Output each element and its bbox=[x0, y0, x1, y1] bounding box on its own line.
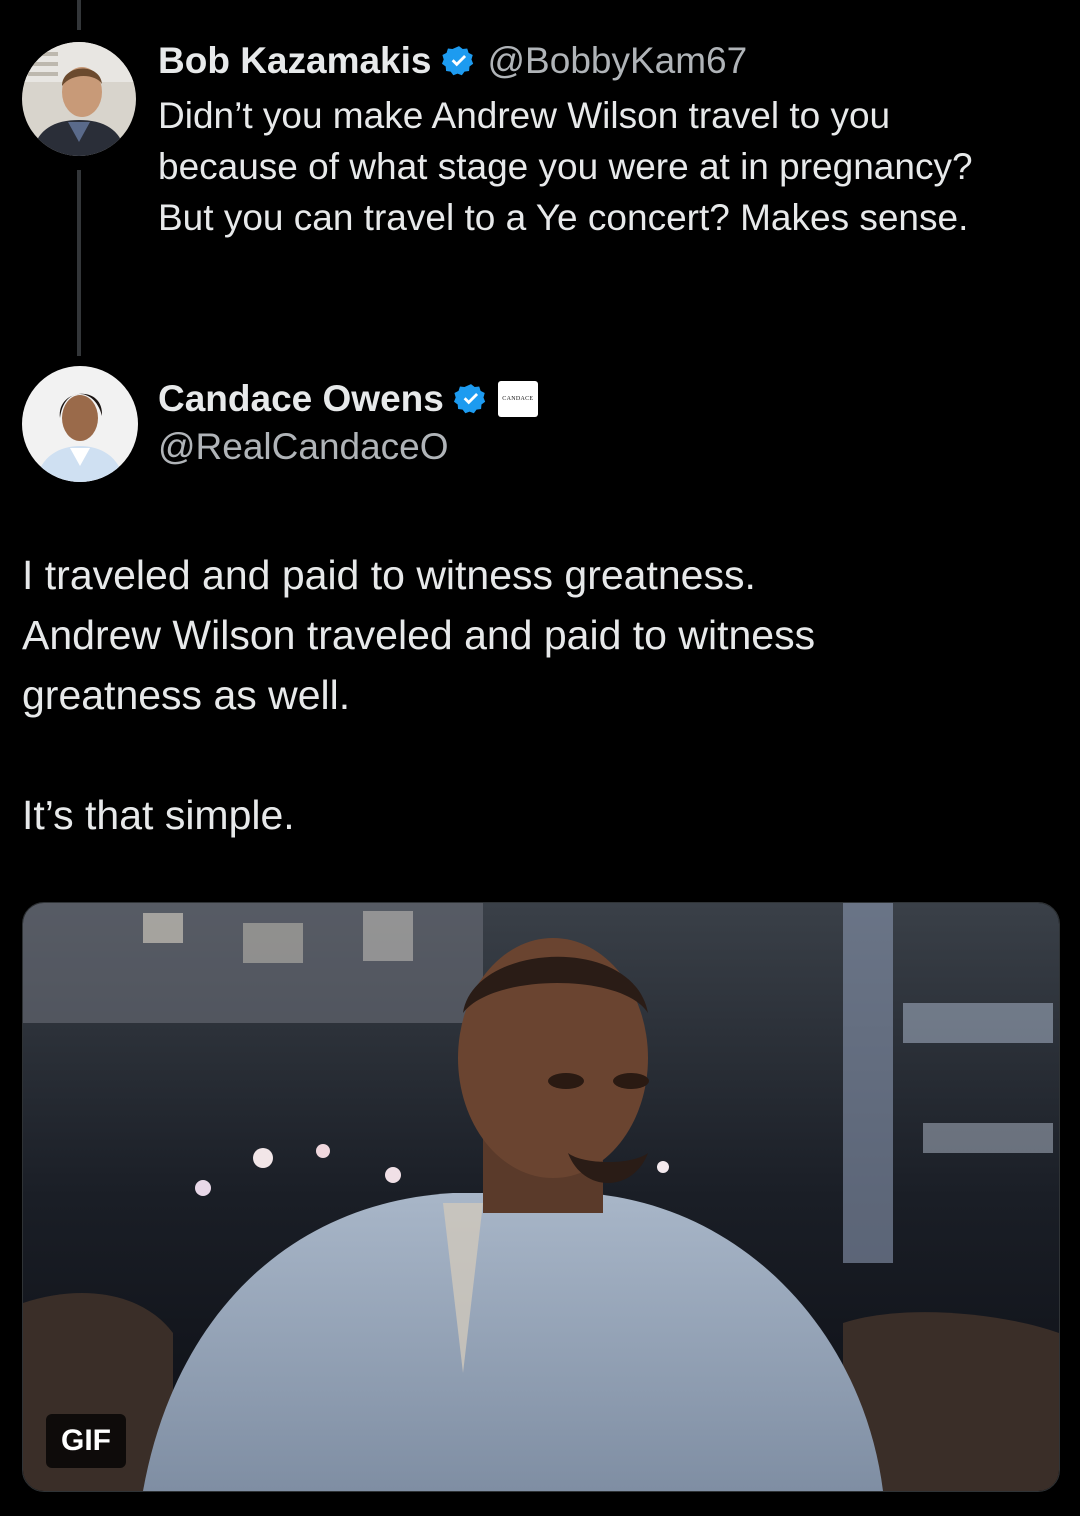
reply-tweet-text: Didn’t you make Andrew Wilson travel to … bbox=[158, 90, 1058, 243]
thread-line-connector bbox=[77, 170, 81, 356]
post-author-handle[interactable]: @RealCandaceO bbox=[158, 426, 449, 468]
reply-author-name[interactable]: Bob Kazamakis bbox=[158, 40, 432, 82]
post-text-line: Andrew Wilson traveled and paid to witne… bbox=[22, 612, 816, 658]
reply-author-handle[interactable]: @BobbyKam67 bbox=[488, 40, 748, 82]
gif-badge: GIF bbox=[46, 1414, 126, 1468]
verified-checkmark-icon bbox=[441, 44, 476, 78]
post-author-name[interactable]: Candace Owens bbox=[158, 378, 444, 420]
reply-text-line: because of what stage you were at in pre… bbox=[158, 146, 973, 187]
post-text-line: I traveled and paid to witness greatness… bbox=[22, 552, 756, 598]
verified-checkmark-icon bbox=[453, 382, 488, 416]
reply-text-line: Didn’t you make Andrew Wilson travel to … bbox=[158, 95, 891, 136]
reply-text-line: But you can travel to a Ye concert? Make… bbox=[158, 197, 969, 238]
post-author-header: Candace Owens CANDACE bbox=[158, 375, 538, 423]
post-author-avatar[interactable] bbox=[22, 366, 138, 482]
thread-line-top bbox=[77, 0, 81, 30]
post-media-gif[interactable] bbox=[22, 902, 1060, 1492]
reply-author-avatar[interactable] bbox=[22, 42, 136, 156]
post-text-line: greatness as well. bbox=[22, 672, 351, 718]
post-text-line: It’s that simple. bbox=[22, 792, 295, 838]
affiliate-badge[interactable]: CANDACE bbox=[497, 381, 538, 417]
reply-author-header: Bob Kazamakis @BobbyKam67 bbox=[158, 38, 747, 84]
post-tweet-text: I traveled and paid to witness greatness… bbox=[22, 545, 1052, 845]
